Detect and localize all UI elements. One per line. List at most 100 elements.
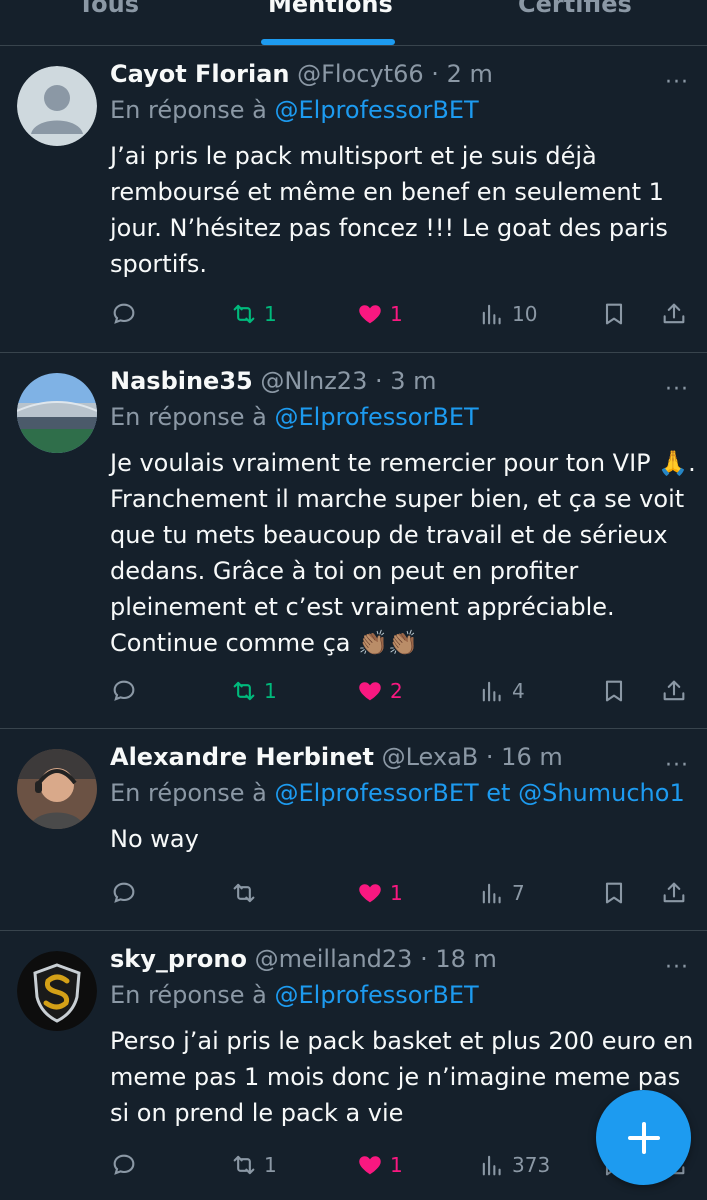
reply-context: En réponse à @ElprofessorBET xyxy=(110,403,479,431)
compose-button[interactable] xyxy=(596,1090,691,1185)
reply-conjunction: et xyxy=(486,779,511,807)
reply-icon xyxy=(113,1154,135,1175)
share-icon xyxy=(663,303,685,324)
display-name[interactable]: Cayot Florian xyxy=(110,60,289,88)
user-handle[interactable]: @meilland23 xyxy=(255,945,413,973)
reply-icon xyxy=(113,882,135,903)
reply-mention-link[interactable]: @ElprofessorBET xyxy=(274,981,478,1009)
retweet-count: 1 xyxy=(264,302,277,326)
reply-prefix: En réponse à xyxy=(110,981,267,1009)
views-button[interactable]: 4 xyxy=(478,671,525,711)
bookmark-icon xyxy=(605,680,623,702)
like-button[interactable]: 1 xyxy=(356,873,403,913)
analytics-icon xyxy=(482,304,501,325)
retweet-button[interactable]: 1 xyxy=(230,671,277,711)
reply-context: En réponse à @ElprofessorBET et @Shumuch… xyxy=(110,779,685,807)
more-options-icon[interactable]: ··· xyxy=(665,70,689,95)
plus-icon xyxy=(627,1121,660,1154)
views-button[interactable]: 373 xyxy=(478,1145,550,1185)
display-name[interactable]: sky_prono xyxy=(110,945,247,973)
retweet-icon xyxy=(233,304,255,324)
views-count: 373 xyxy=(512,1153,551,1177)
reply-prefix: En réponse à xyxy=(110,779,267,807)
tab-all[interactable]: Tous xyxy=(78,0,139,18)
tweet[interactable]: Cayot Florian @Flocyt66 · 2 m ··· En rép… xyxy=(0,46,707,353)
reply-button[interactable] xyxy=(110,671,138,711)
avatar[interactable] xyxy=(17,951,97,1031)
analytics-icon xyxy=(482,1155,501,1176)
timestamp[interactable]: 2 m xyxy=(447,60,493,88)
retweet-button[interactable]: 1 xyxy=(230,294,277,334)
reply-button[interactable] xyxy=(110,873,138,913)
heart-icon xyxy=(359,682,381,701)
tweet[interactable]: Nasbine35 @Nlnz23 · 3 m ··· En réponse à… xyxy=(0,353,707,729)
share-button[interactable] xyxy=(660,671,688,711)
separator-dot: · xyxy=(431,60,439,88)
share-button[interactable] xyxy=(660,873,688,913)
views-count: 7 xyxy=(512,881,525,905)
tweet-header: sky_prono @meilland23 · 18 m xyxy=(110,945,497,973)
bookmark-button[interactable] xyxy=(600,671,628,711)
retweet-icon xyxy=(233,681,255,701)
tweet-actions: 1 2 4 xyxy=(0,671,707,711)
bookmark-icon xyxy=(605,882,623,904)
reply-mention-link-2[interactable]: @Shumucho1 xyxy=(518,779,685,807)
tab-verified[interactable]: Certifiés xyxy=(518,0,632,18)
more-options-icon[interactable]: ··· xyxy=(665,753,689,778)
views-button[interactable]: 10 xyxy=(478,294,537,334)
display-name[interactable]: Alexandre Herbinet xyxy=(110,743,374,771)
views-count: 4 xyxy=(512,679,525,703)
retweet-icon xyxy=(233,883,255,903)
reply-icon xyxy=(113,680,135,701)
reply-prefix: En réponse à xyxy=(110,96,267,124)
retweet-button[interactable] xyxy=(230,873,258,913)
views-count: 10 xyxy=(512,302,538,326)
separator-dot: · xyxy=(374,367,383,395)
timestamp[interactable]: 18 m xyxy=(435,945,497,973)
avatar[interactable] xyxy=(17,66,97,146)
avatar[interactable] xyxy=(17,749,97,829)
user-handle[interactable]: @LexaB xyxy=(382,743,479,771)
heart-icon xyxy=(359,1156,381,1175)
reply-mention-link[interactable]: @ElprofessorBET xyxy=(274,779,478,807)
reply-context: En réponse à @ElprofessorBET xyxy=(110,96,479,124)
tweet[interactable]: Alexandre Herbinet @LexaB · 16 m ··· En … xyxy=(0,729,707,931)
share-button[interactable] xyxy=(660,294,688,334)
reply-mention-link[interactable]: @ElprofessorBET xyxy=(274,403,478,431)
like-count: 1 xyxy=(390,1153,403,1177)
timestamp[interactable]: 3 m xyxy=(390,367,436,395)
tab-mentions[interactable]: Mentions xyxy=(268,0,393,18)
reply-button[interactable] xyxy=(110,1145,138,1185)
avatar[interactable] xyxy=(17,373,97,453)
active-tab-indicator xyxy=(261,39,395,45)
reply-mention-link[interactable]: @ElprofessorBET xyxy=(274,96,478,124)
bookmark-button[interactable] xyxy=(600,294,628,334)
retweet-button[interactable]: 1 xyxy=(230,1145,277,1185)
reply-button[interactable] xyxy=(110,294,138,334)
share-icon xyxy=(663,882,685,903)
user-handle[interactable]: @Nlnz23 xyxy=(260,367,367,395)
user-handle[interactable]: @Flocyt66 xyxy=(297,60,424,88)
display-name[interactable]: Nasbine35 xyxy=(110,367,253,395)
timestamp[interactable]: 16 m xyxy=(501,743,563,771)
separator-dot: · xyxy=(485,743,494,771)
like-count: 2 xyxy=(390,679,403,703)
views-button[interactable]: 7 xyxy=(478,873,525,913)
heart-icon xyxy=(359,305,381,324)
bookmark-icon xyxy=(605,303,623,325)
share-icon xyxy=(663,680,685,701)
reply-context: En réponse à @ElprofessorBET xyxy=(110,981,479,1009)
bookmark-button[interactable] xyxy=(600,873,628,913)
like-button[interactable]: 1 xyxy=(356,294,403,334)
more-options-icon[interactable]: ··· xyxy=(665,955,689,980)
reply-icon xyxy=(113,303,135,324)
more-options-icon[interactable]: ··· xyxy=(665,377,689,402)
heart-icon xyxy=(359,884,381,903)
tweet-text: J’ai pris le pack multisport et je suis … xyxy=(110,142,668,278)
tweet-header: Nasbine35 @Nlnz23 · 3 m xyxy=(110,367,437,395)
like-button[interactable]: 2 xyxy=(356,671,403,711)
like-button[interactable]: 1 xyxy=(356,1145,403,1185)
like-count: 1 xyxy=(390,881,403,905)
retweet-count: 1 xyxy=(264,679,277,703)
retweet-icon xyxy=(233,1155,255,1175)
